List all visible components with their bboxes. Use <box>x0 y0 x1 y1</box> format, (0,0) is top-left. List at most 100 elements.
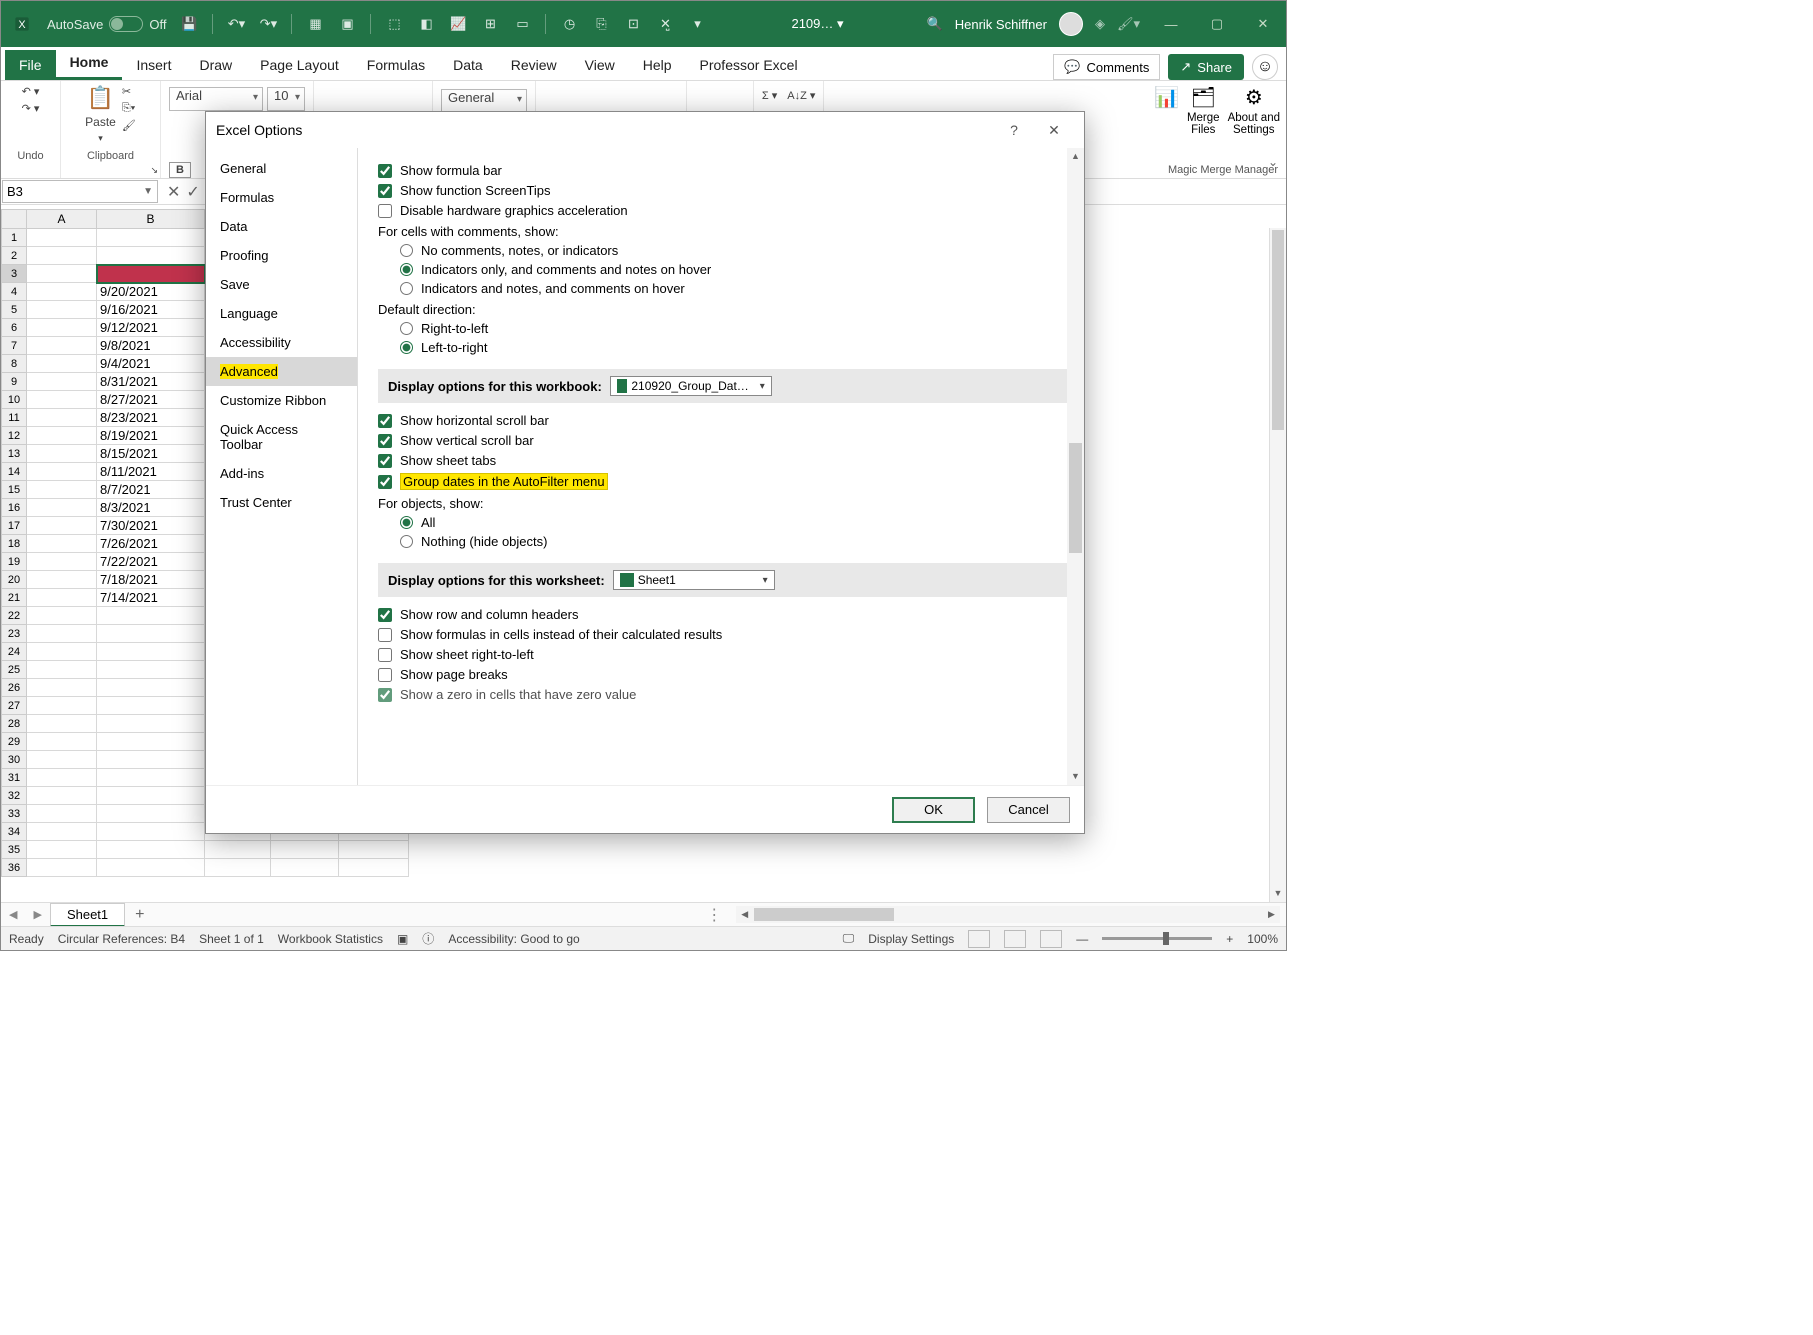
qat-btn-10[interactable]: ⊡ <box>622 13 644 35</box>
row-header-19[interactable]: 19 <box>2 553 27 571</box>
cell-B11[interactable]: 8/23/2021 <box>97 409 205 427</box>
macro-record-icon[interactable]: ▣ <box>397 932 408 946</box>
cell-A29[interactable] <box>27 733 97 751</box>
nav-data[interactable]: Data <box>206 212 357 241</box>
tab-draw[interactable]: Draw <box>185 50 246 80</box>
cell-A1[interactable] <box>27 229 97 247</box>
scroll-thumb[interactable] <box>1272 230 1284 430</box>
col-header-A[interactable]: A <box>27 210 97 229</box>
autosave-toggle[interactable]: AutoSave Off <box>47 16 166 32</box>
rad-obj-none[interactable] <box>400 535 413 548</box>
row-header-1[interactable]: 1 <box>2 229 27 247</box>
confirm-edit-icon[interactable]: ✓ <box>186 182 199 202</box>
nav-advanced[interactable]: Advanced <box>206 357 357 386</box>
cell-A32[interactable] <box>27 787 97 805</box>
nav-trust-center[interactable]: Trust Center <box>206 488 357 517</box>
tab-review[interactable]: Review <box>497 50 571 80</box>
qat-btn-2[interactable]: ▣ <box>336 13 358 35</box>
about-settings-button[interactable]: ⚙ About and Settings <box>1228 85 1280 136</box>
chk-show-formulas[interactable] <box>378 628 392 642</box>
cell-A2[interactable] <box>27 247 97 265</box>
cell-A9[interactable] <box>27 373 97 391</box>
qat-btn-12[interactable]: ▾ <box>686 13 708 35</box>
horizontal-scrollbar[interactable]: ◀ ▶ <box>736 906 1280 923</box>
cell-B3[interactable] <box>97 265 205 283</box>
dialog-close-icon[interactable]: ✕ <box>1034 114 1074 146</box>
sheet-nav-next-icon[interactable]: ▶ <box>25 908 49 921</box>
row-header-3[interactable]: 3 <box>2 265 27 283</box>
save-icon[interactable]: 💾 <box>178 13 200 35</box>
cell-A34[interactable] <box>27 823 97 841</box>
cell-A16[interactable] <box>27 499 97 517</box>
row-header-7[interactable]: 7 <box>2 337 27 355</box>
sheet-nav-prev-icon[interactable]: ◀ <box>1 908 25 921</box>
rad-comments-ind-notes[interactable] <box>400 282 413 295</box>
cell-A36[interactable] <box>27 859 97 877</box>
tab-home[interactable]: Home <box>56 47 123 80</box>
status-accessibility[interactable]: Accessibility: Good to go <box>448 932 579 946</box>
cell-B1[interactable] <box>97 229 205 247</box>
chk-sheettabs[interactable] <box>378 454 392 468</box>
cell-A7[interactable] <box>27 337 97 355</box>
cell-B34[interactable] <box>97 823 205 841</box>
font-size-select[interactable]: 10 <box>267 87 305 111</box>
status-wbstats[interactable]: Workbook Statistics <box>278 932 383 946</box>
zoom-slider[interactable] <box>1102 937 1212 940</box>
cell-B4[interactable]: 9/20/2021 <box>97 283 205 301</box>
rad-rtl[interactable] <box>400 322 413 335</box>
paste-button[interactable]: 📋 Paste ▾ <box>85 85 116 144</box>
clipboard-launcher-icon[interactable]: ↘ <box>150 165 158 176</box>
cell-B19[interactable]: 7/22/2021 <box>97 553 205 571</box>
cell-A17[interactable] <box>27 517 97 535</box>
dlg-scroll-thumb[interactable] <box>1069 443 1082 553</box>
zoom-out-icon[interactable]: — <box>1076 932 1088 946</box>
chk-sheet-rtl[interactable] <box>378 648 392 662</box>
row-header-22[interactable]: 22 <box>2 607 27 625</box>
cell-K36[interactable] <box>205 859 271 877</box>
cell-A30[interactable] <box>27 751 97 769</box>
chk-hw-accel[interactable] <box>378 204 392 218</box>
cell-B33[interactable] <box>97 805 205 823</box>
qat-btn-4[interactable]: ◧ <box>415 13 437 35</box>
cell-M36[interactable] <box>339 859 409 877</box>
cell-B20[interactable]: 7/18/2021 <box>97 571 205 589</box>
cell-B13[interactable]: 8/15/2021 <box>97 445 205 463</box>
cell-B8[interactable]: 9/4/2021 <box>97 355 205 373</box>
diamond-icon[interactable]: ◈ <box>1095 16 1105 32</box>
workbook-select[interactable]: 210920_Group_Dat… <box>610 376 772 396</box>
scroll-left-icon[interactable]: ◀ <box>736 909 753 920</box>
chk-group-dates[interactable] <box>378 475 392 489</box>
row-header-2[interactable]: 2 <box>2 247 27 265</box>
bold-button[interactable]: B <box>169 162 191 178</box>
row-header-21[interactable]: 21 <box>2 589 27 607</box>
scroll-right-icon[interactable]: ▶ <box>1263 909 1280 920</box>
row-header-16[interactable]: 16 <box>2 499 27 517</box>
cell-A4[interactable] <box>27 283 97 301</box>
cell-B24[interactable] <box>97 643 205 661</box>
cell-B36[interactable] <box>97 859 205 877</box>
rad-comments-none[interactable] <box>400 244 413 257</box>
chk-vscroll[interactable] <box>378 434 392 448</box>
brush-icon[interactable]: 🖌▾ <box>1117 16 1140 32</box>
cell-A27[interactable] <box>27 697 97 715</box>
row-header-20[interactable]: 20 <box>2 571 27 589</box>
cell-B6[interactable]: 9/12/2021 <box>97 319 205 337</box>
font-name-select[interactable]: Arial <box>169 87 263 111</box>
chk-screentips[interactable] <box>378 184 392 198</box>
cell-B10[interactable]: 8/27/2021 <box>97 391 205 409</box>
cell-B22[interactable] <box>97 607 205 625</box>
cell-A28[interactable] <box>27 715 97 733</box>
row-header-18[interactable]: 18 <box>2 535 27 553</box>
nav-general[interactable]: General <box>206 154 357 183</box>
add-sheet-icon[interactable]: + <box>125 906 154 924</box>
rad-ltr[interactable] <box>400 341 413 354</box>
zoom-level[interactable]: 100% <box>1247 932 1278 946</box>
qat-btn-7[interactable]: ▭ <box>511 13 533 35</box>
tab-help[interactable]: Help <box>629 50 686 80</box>
row-header-35[interactable]: 35 <box>2 841 27 859</box>
cell-A8[interactable] <box>27 355 97 373</box>
cell-B26[interactable] <box>97 679 205 697</box>
comments-button[interactable]: 💬 Comments <box>1053 54 1160 80</box>
autosum-icon[interactable]: Σ ▾ <box>762 89 777 102</box>
cell-A12[interactable] <box>27 427 97 445</box>
